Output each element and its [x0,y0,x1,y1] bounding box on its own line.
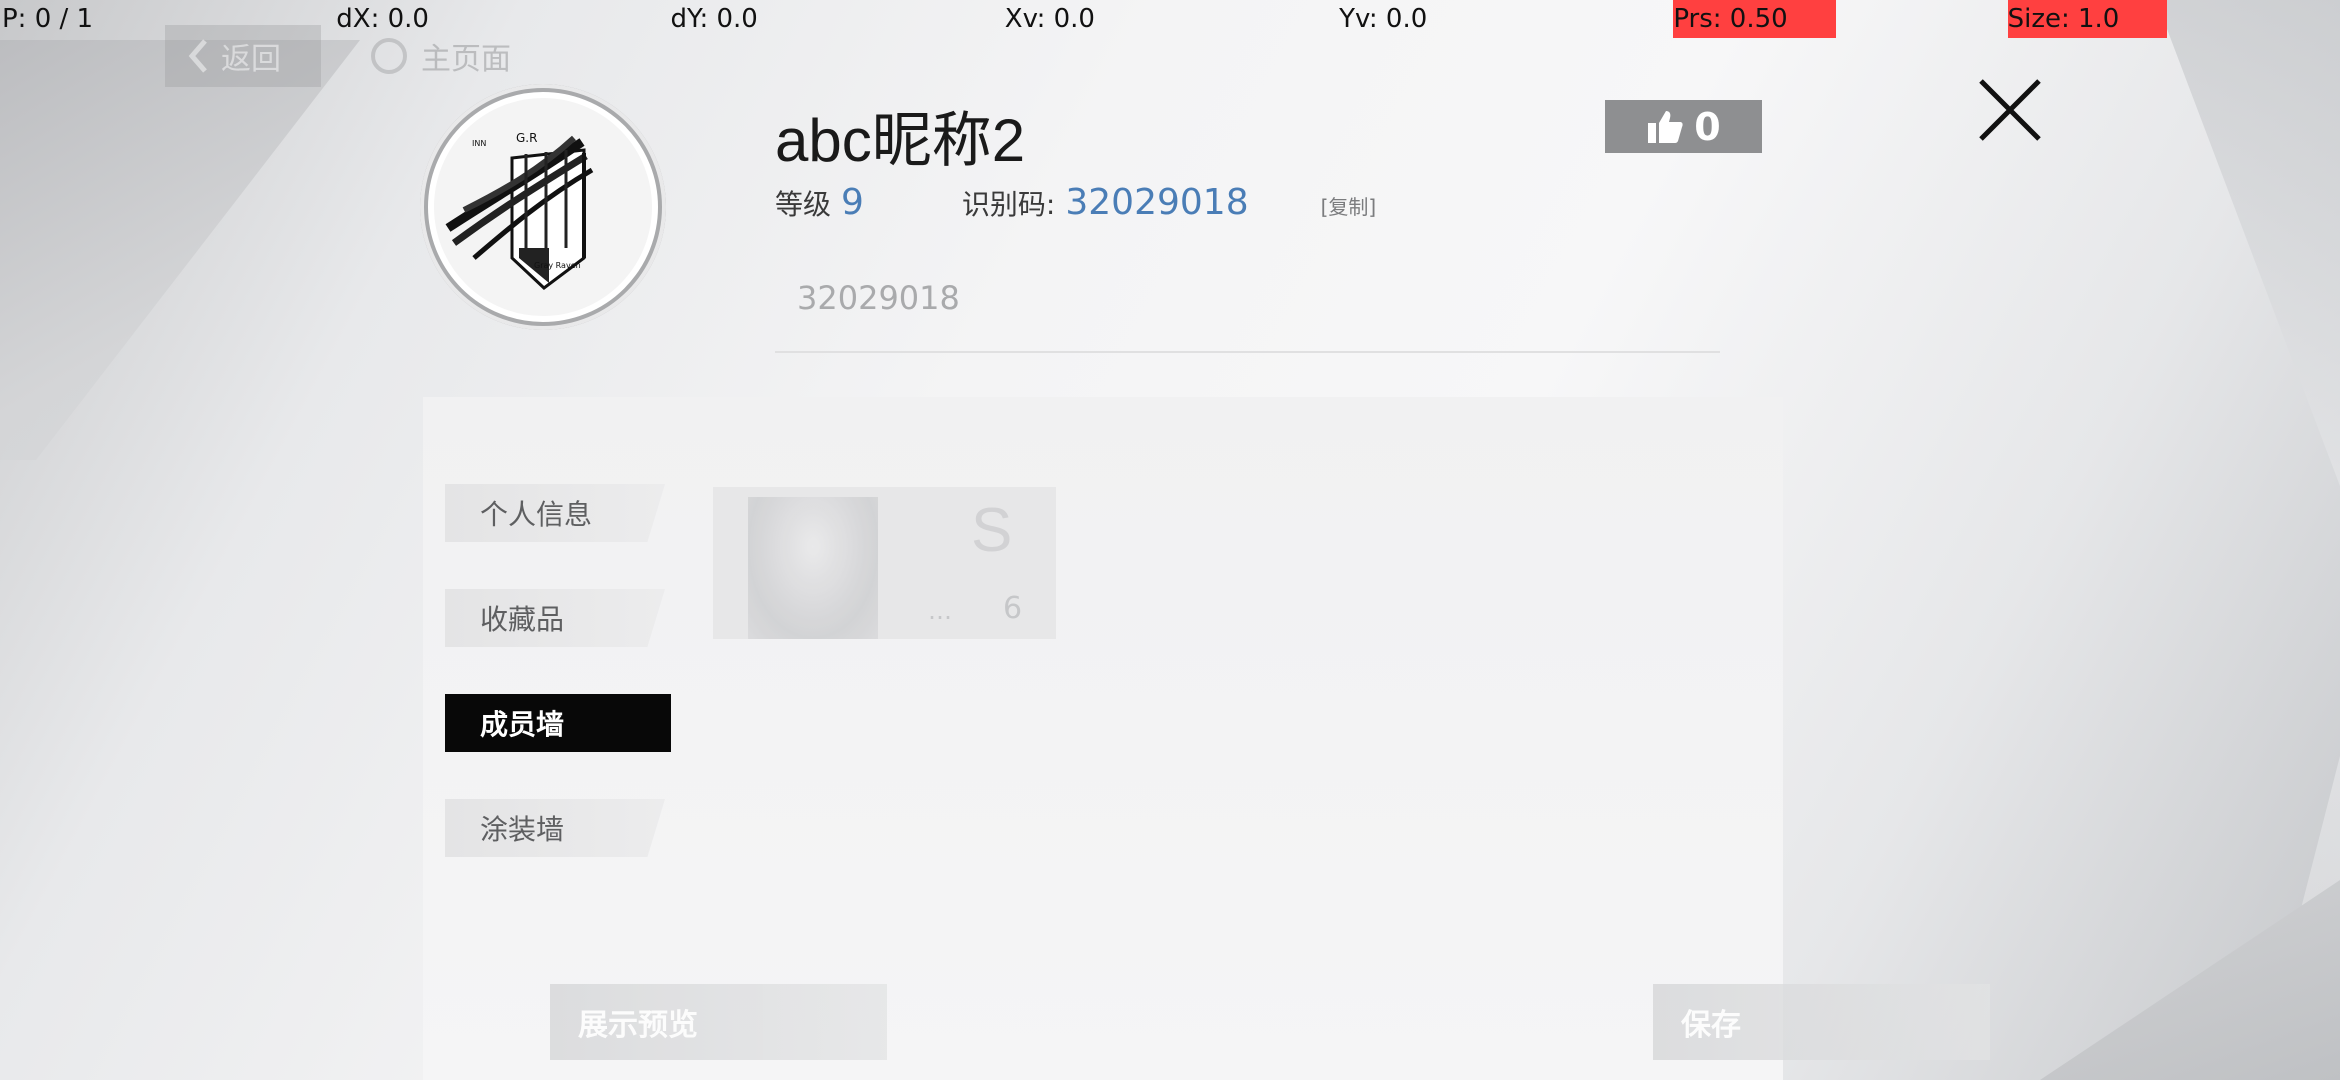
back-label: 返回 [221,42,281,77]
debug-dx: dX: 0.0 [336,4,429,34]
debug-size: Size: 1.0 [2006,0,2340,38]
id-value: 32029018 [1065,182,1249,223]
id-label: 识别码: [961,188,1056,221]
thumbs-up-icon [1648,110,1683,143]
home-icon [371,38,407,74]
svg-text:Gray Raven: Gray Raven [534,261,581,270]
debug-pressure: Prs: 0.50 [1671,0,2005,38]
member-level: 6 [1003,591,1023,626]
debug-dy: dY: 0.0 [670,4,758,34]
level-label: 等级 [775,188,832,221]
tab-personal-info[interactable]: 个人信息 [445,484,665,542]
copy-id-button[interactable]: [复制] [1321,191,1377,220]
tab-label: 成员墙 [480,708,565,741]
tab-label: 个人信息 [480,498,593,531]
gray-raven-emblem-icon: G.R INN Gray Raven [445,131,594,290]
home-button[interactable]: 主页面 [371,34,511,78]
like-button[interactable]: 0 [1605,100,1762,153]
debug-pointer-count: P: 0 / 1 [2,4,94,34]
preview-button[interactable]: 展示预览 [550,984,887,1060]
member-portrait [748,497,878,639]
debug-xv: Xv: 0.0 [1004,4,1095,34]
save-button[interactable]: 保存 [1653,984,1990,1060]
svg-text:INN: INN [472,139,486,148]
profile-meta: 等级 9 识别码: 32029018 [复制] [775,182,1376,223]
debug-yv: Yv: 0.0 [1339,4,1428,34]
nickname: abc昵称2 [775,107,1026,174]
chevron-left-icon [188,39,207,73]
tab-member-wall[interactable]: 成员墙 [445,694,671,752]
signature-field[interactable]: 32029018 [775,255,1720,353]
member-rank: S [971,496,1013,565]
avatar-emblem: G.R INN Gray Raven [428,92,658,322]
home-label: 主页面 [421,42,511,77]
member-card[interactable]: S … 6 [713,487,1056,639]
member-stat: … [928,597,952,625]
tab-collectibles[interactable]: 收藏品 [445,589,665,647]
level-value: 9 [841,182,864,223]
close-icon [1979,79,2041,141]
tab-coating-wall[interactable]: 涂装墙 [445,799,665,857]
like-count: 0 [1694,104,1721,149]
close-button[interactable] [1975,75,2045,145]
tab-label: 涂装墙 [480,813,565,846]
avatar[interactable]: G.R INN Gray Raven [420,84,666,330]
svg-text:G.R: G.R [516,131,537,145]
pointer-debug-bar: P: 0 / 1 dX: 0.0 dY: 0.0 Xv: 0.0 Yv: 0.0… [0,0,2340,38]
tab-label: 收藏品 [480,603,565,636]
